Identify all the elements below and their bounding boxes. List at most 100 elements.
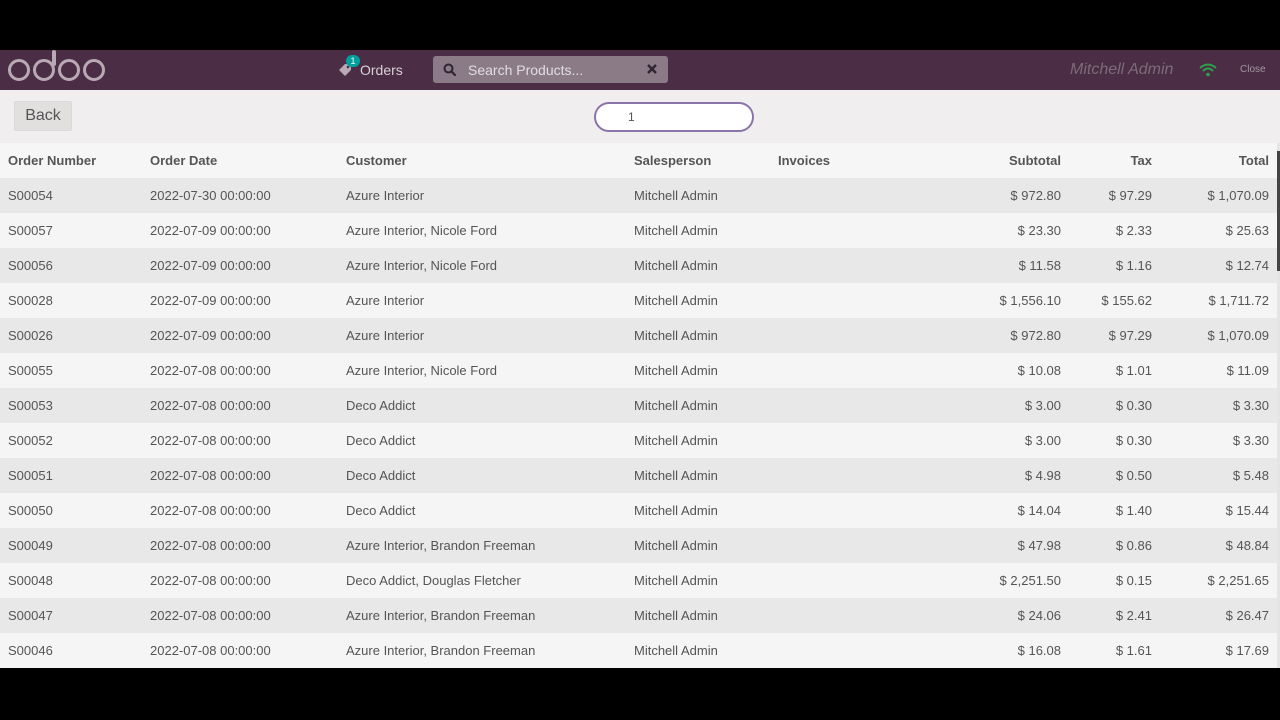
order-date-cell: 2022-07-08 00:00:00 [150,528,346,563]
order-date-cell: 2022-07-30 00:00:00 [150,178,346,213]
order-date-cell: 2022-07-08 00:00:00 [150,598,346,633]
table-row[interactable]: S00049 2022-07-08 00:00:00 Azure Interior,… [0,528,1277,563]
column-header[interactable]: Order Number [0,143,150,178]
customer-cell: Azure Interior, Brandon Freeman [346,598,634,633]
column-header[interactable]: Tax [1069,143,1160,178]
product-search [433,56,668,83]
tax-cell: $ 2.41 [1069,598,1160,633]
table-row[interactable]: S00053 2022-07-08 00:00:00 Deco Addict Mitc… [0,388,1277,423]
salesperson-cell: Mitchell Admin [634,248,778,283]
search-products-input[interactable] [466,60,640,79]
tax-cell: $ 0.15 [1069,563,1160,598]
table-row[interactable]: S00028 2022-07-09 00:00:00 Azure Interior M… [0,283,1277,318]
order-number-cell: S00049 [0,528,150,563]
tax-cell: $ 97.29 [1069,178,1160,213]
table-row[interactable]: S00054 2022-07-30 00:00:00 Azure Interior M… [0,178,1277,213]
orders-table-container: Order Number Order Date Customer Salespe… [0,143,1277,668]
invoices-cell [778,353,928,388]
table-row[interactable]: S00052 2022-07-08 00:00:00 Deco Addict Mitc… [0,423,1277,458]
tax-cell: $ 1.40 [1069,493,1160,528]
orders-button[interactable]: 1 Orders [336,55,403,82]
total-cell: $ 3.30 [1160,388,1277,423]
invoices-cell [778,528,928,563]
order-date-cell: 2022-07-08 00:00:00 [150,423,346,458]
orders-count-badge: 1 [346,55,360,67]
tax-cell: $ 0.30 [1069,423,1160,458]
subtotal-cell: $ 3.00 [928,423,1069,458]
order-number-cell: S00054 [0,178,150,213]
column-header[interactable]: Invoices [778,143,928,178]
salesperson-cell: Mitchell Admin [634,353,778,388]
order-filter-input[interactable] [594,102,754,132]
total-cell: $ 1,070.09 [1160,178,1277,213]
order-number-cell: S00028 [0,283,150,318]
order-number-cell: S00056 [0,248,150,283]
tax-cell: $ 1.16 [1069,248,1160,283]
order-date-cell: 2022-07-09 00:00:00 [150,318,346,353]
table-row[interactable]: S00026 2022-07-09 00:00:00 Azure Interior M… [0,318,1277,353]
customer-cell: Azure Interior, Nicole Ford [346,248,634,283]
column-header[interactable]: Order Date [150,143,346,178]
total-cell: $ 11.09 [1160,353,1277,388]
table-header-row: Order Number Order Date Customer Salespe… [0,143,1277,178]
table-row[interactable]: S00050 2022-07-08 00:00:00 Deco Addict Mitc… [0,493,1277,528]
order-date-cell: 2022-07-09 00:00:00 [150,213,346,248]
order-number-cell: S00046 [0,633,150,668]
customer-cell: Azure Interior [346,178,634,213]
order-date-cell: 2022-07-09 00:00:00 [150,283,346,318]
customer-cell: Azure Interior, Brandon Freeman [346,528,634,563]
table-row[interactable]: S00048 2022-07-08 00:00:00 Deco Addict, Do… [0,563,1277,598]
table-row[interactable]: S00047 2022-07-08 00:00:00 Azure Interior,… [0,598,1277,633]
invoices-cell [778,423,928,458]
table-row[interactable]: S00051 2022-07-08 00:00:00 Deco Addict Mitc… [0,458,1277,493]
invoices-cell [778,388,928,423]
invoices-cell [778,283,928,318]
order-number-cell: S00051 [0,458,150,493]
tax-cell: $ 155.62 [1069,283,1160,318]
customer-cell: Azure Interior [346,318,634,353]
pos-window: 1 Orders Mitchell Admin Close Back [0,50,1280,668]
table-row[interactable]: S00046 2022-07-08 00:00:00 Azure Interior,… [0,633,1277,668]
total-cell: $ 1,070.09 [1160,318,1277,353]
clear-search-icon[interactable] [645,62,659,76]
column-header[interactable]: Salesperson [634,143,778,178]
wifi-icon [1199,63,1217,82]
subtotal-cell: $ 11.58 [928,248,1069,283]
total-cell: $ 5.48 [1160,458,1277,493]
tax-cell: $ 0.30 [1069,388,1160,423]
subtotal-cell: $ 14.04 [928,493,1069,528]
total-cell: $ 25.63 [1160,213,1277,248]
invoices-cell [778,318,928,353]
subtotal-cell: $ 3.00 [928,388,1069,423]
salesperson-cell: Mitchell Admin [634,318,778,353]
table-row[interactable]: S00055 2022-07-08 00:00:00 Azure Interior,… [0,353,1277,388]
tag-icon: 1 [336,55,360,79]
tax-cell: $ 97.29 [1069,318,1160,353]
total-cell: $ 17.69 [1160,633,1277,668]
total-cell: $ 48.84 [1160,528,1277,563]
salesperson-cell: Mitchell Admin [634,283,778,318]
total-cell: $ 1,711.72 [1160,283,1277,318]
top-bar: 1 Orders Mitchell Admin Close [0,50,1280,90]
subtotal-cell: $ 24.06 [928,598,1069,633]
column-header[interactable]: Customer [346,143,634,178]
tax-cell: $ 0.50 [1069,458,1160,493]
table-row[interactable]: S00057 2022-07-09 00:00:00 Azure Interior,… [0,213,1277,248]
tax-cell: $ 0.86 [1069,528,1160,563]
subtotal-cell: $ 972.80 [928,178,1069,213]
customer-cell: Azure Interior, Nicole Ford [346,213,634,248]
customer-cell: Deco Addict [346,493,634,528]
column-header[interactable]: Total [1160,143,1277,178]
total-cell: $ 3.30 [1160,423,1277,458]
close-button[interactable]: Close [1240,64,1266,75]
order-date-cell: 2022-07-08 00:00:00 [150,493,346,528]
cashier-name[interactable]: Mitchell Admin [1070,61,1173,79]
back-button[interactable]: Back [14,101,72,131]
order-number-cell: S00055 [0,353,150,388]
invoices-cell [778,493,928,528]
table-row[interactable]: S00056 2022-07-09 00:00:00 Azure Interior,… [0,248,1277,283]
tax-cell: $ 1.01 [1069,353,1160,388]
column-header[interactable]: Subtotal [928,143,1069,178]
order-date-cell: 2022-07-09 00:00:00 [150,248,346,283]
customer-cell: Deco Addict [346,423,634,458]
